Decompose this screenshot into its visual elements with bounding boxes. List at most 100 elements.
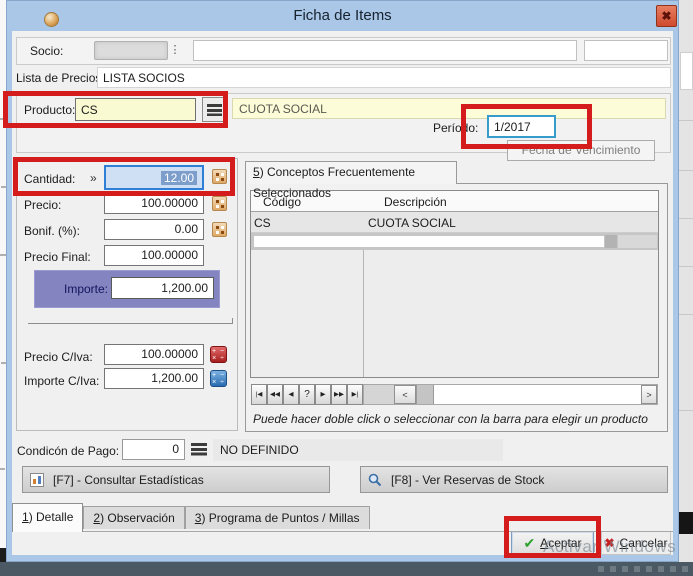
background-right-line [679, 266, 693, 267]
nav-fast-prev-button[interactable]: ◀◀ [267, 384, 283, 405]
importe-iva-input[interactable]: 1,200.00 [104, 368, 204, 389]
background-right-line [679, 170, 693, 171]
f7-button-label: [F7] - Consultar Estadísticas [53, 473, 204, 487]
socio-extra-field[interactable] [584, 40, 668, 61]
calculator-icon-precio-iva[interactable]: + −× ÷ [210, 346, 227, 363]
lista-precios-value: LISTA SOCIOS [103, 71, 185, 85]
lista-precios-label: Lista de Precios: [16, 71, 105, 85]
precio-final-label: Precio Final: [24, 250, 91, 264]
nav-search-button[interactable]: ? [299, 384, 315, 405]
precio-final-input[interactable]: 100.00000 [104, 245, 204, 266]
ellipsis-icon: ⋮ [170, 44, 181, 56]
nav-prev-button[interactable]: ◀ [283, 384, 299, 405]
f7-consultar-estadisticas-button[interactable]: [F7] - Consultar Estadísticas [22, 466, 330, 493]
nav-fast-prev-icon: ◀◀ [270, 391, 280, 398]
scroll-right-button[interactable]: > [641, 385, 657, 404]
condicion-pago-label: Condicón de Pago: [17, 444, 119, 458]
condicion-pago-input[interactable]: 0 [122, 439, 185, 460]
divider-tick [232, 318, 233, 324]
scrollbar-thumb[interactable] [416, 385, 434, 404]
calculator-icon-precio[interactable] [212, 196, 227, 211]
table-cell-codigo: CS [254, 216, 271, 230]
close-icon: ✖ [661, 9, 671, 23]
annotation-box-aceptar [504, 516, 601, 558]
nav-first-button[interactable]: |◀ [251, 384, 267, 405]
calculator-icon-bonif[interactable] [212, 222, 227, 237]
background-right-line [679, 218, 693, 219]
table-hint-text: Puede hacer doble click o seleccionar co… [253, 412, 648, 426]
nav-prev-icon: ◀ [289, 391, 294, 398]
condicion-estado-band: NO DEFINIDO [213, 439, 503, 461]
nav-last-button[interactable]: ▶| [347, 384, 363, 405]
nav-first-icon: |◀ [256, 391, 263, 398]
precio-input[interactable]: 100.00000 [104, 193, 204, 214]
background-right-line [679, 120, 693, 121]
nav-next-button[interactable]: ▶ [315, 384, 331, 405]
calc-symbols-bottom: × ÷ [211, 355, 226, 362]
divider-line [28, 323, 233, 324]
precio-label: Precio: [24, 198, 61, 212]
close-button[interactable]: ✖ [656, 5, 677, 27]
tab-programa-puntos[interactable]: 3) Programa de Puntos / Millas [185, 506, 370, 529]
annotation-box-producto [3, 91, 228, 128]
importe-input[interactable]: 1,200.00 [111, 277, 214, 299]
importe-label: Importe: [64, 282, 108, 296]
table-cell-descripcion: CUOTA SOCIAL [368, 216, 456, 230]
importe-iva-label: Importe C/Iva: [24, 374, 99, 388]
tab-detalle-rest: ) Detalle [29, 510, 74, 524]
tab-conceptos-frecuentes[interactable]: 5) Conceptos Frecuentemente Seleccionado… [245, 161, 457, 184]
nav-fast-next-icon: ▶▶ [334, 391, 344, 398]
socio-lookup-button[interactable]: ⋮ [169, 42, 181, 60]
scrollbar-lead [364, 385, 394, 404]
selection-bar [254, 236, 604, 247]
socio-name-field[interactable] [193, 40, 577, 61]
horizontal-scrollbar[interactable]: < > [363, 384, 658, 405]
nav-search-icon: ? [304, 389, 310, 400]
scrollbar-track[interactable] [434, 385, 641, 404]
f8-button-label: [F8] - Ver Reservas de Stock [391, 473, 544, 487]
table-header-descripcion: Descripción [384, 195, 447, 209]
tab-observacion[interactable]: 2) Observación [83, 506, 184, 529]
tab-detalle-accel: 1 [22, 510, 29, 524]
background-right-dark-band [679, 512, 693, 534]
calc-symbols-top: + − [211, 372, 226, 379]
background-right-line [679, 314, 693, 315]
nav-fast-next-button[interactable]: ▶▶ [331, 384, 347, 405]
scroll-right-icon: > [646, 390, 651, 400]
f8-ver-reservas-stock-button[interactable]: [F8] - Ver Reservas de Stock [360, 466, 668, 493]
bonif-label: Bonif. (%): [24, 224, 80, 238]
selection-bar-handle[interactable] [605, 235, 617, 248]
calculator-icon-importe-iva[interactable]: + −× ÷ [210, 370, 227, 387]
tab-observacion-rest: ) Observación [100, 511, 175, 525]
background-right-box [680, 52, 693, 90]
scroll-left-button[interactable]: < [394, 385, 416, 404]
calc-symbols-top: + − [211, 348, 226, 355]
tab-detalle[interactable]: 1) Detalle [12, 503, 83, 532]
taskbar-strip [0, 562, 693, 576]
magnifier-icon [368, 473, 382, 487]
background-right-line [679, 410, 693, 411]
background-left-mark [0, 468, 5, 470]
lista-precios-field: LISTA SOCIOS [97, 67, 671, 88]
precio-iva-input[interactable]: 100.00000 [104, 344, 204, 365]
socio-label: Socio: [30, 44, 63, 58]
producto-descripcion: CUOTA SOCIAL [239, 102, 327, 116]
tab-programa-rest: ) Programa de Puntos / Millas [201, 511, 359, 525]
bottom-tab-bar: 1) Detalle 2) Observación 3) Programa de… [12, 503, 370, 532]
precio-iva-label: Precio C/Iva: [24, 350, 93, 364]
condicion-menu-icon[interactable] [191, 443, 207, 456]
scroll-left-icon: < [402, 390, 407, 400]
annotation-box-cantidad [13, 157, 235, 196]
bonif-input[interactable]: 0.00 [104, 219, 204, 240]
nav-next-icon: ▶ [321, 391, 326, 398]
producto-descripcion-band: CUOTA SOCIAL [232, 98, 666, 119]
statistics-icon [30, 473, 44, 487]
dialog-title: Ficha de Items [6, 7, 679, 25]
annotation-box-periodo [461, 104, 592, 149]
condicion-estado: NO DEFINIDO [220, 443, 299, 457]
calc-symbols-bottom: × ÷ [211, 379, 226, 386]
nav-last-icon: ▶| [352, 391, 359, 398]
socio-number-field-redacted[interactable] [94, 41, 168, 60]
selection-bar-tail [618, 235, 657, 248]
watermark-second-line-blur [598, 566, 688, 572]
